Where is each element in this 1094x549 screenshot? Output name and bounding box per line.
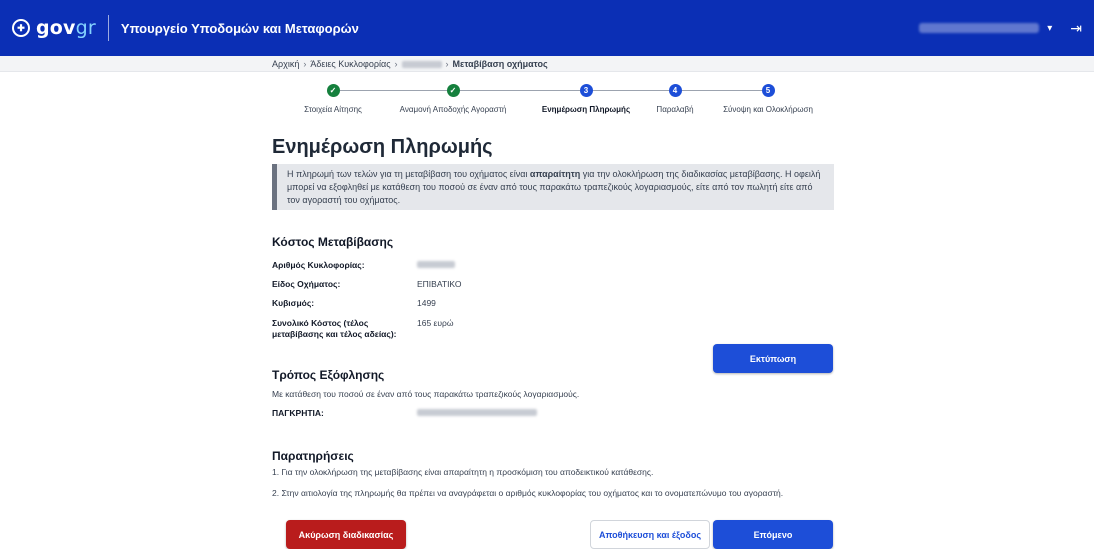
step-2: ✓ Αναμονή Αποδοχής Αγοραστή: [398, 84, 508, 114]
breadcrumb-home[interactable]: Αρχική: [272, 59, 299, 69]
save-and-exit-button[interactable]: Αποθήκευση και έξοδος: [590, 520, 710, 549]
step-label: Στοιχεία Αίτησης: [304, 105, 362, 114]
breadcrumb-separator: ›: [303, 59, 307, 69]
step-label: Αναμονή Αποδοχής Αγοραστή: [399, 105, 507, 114]
user-name-blurred[interactable]: [919, 23, 1040, 33]
notice-text-bold: απαραίτητη: [529, 169, 581, 179]
logo-text: govgr: [36, 17, 96, 39]
ministry-name: Υπουργείο Υποδομών και Μεταφορών: [120, 20, 359, 36]
notice-text-start: Η πληρωμή των τελών για τη μεταβίβαση το…: [287, 169, 530, 179]
logo-prefix: gov: [36, 17, 76, 39]
breadcrumb-blurred-item[interactable]: [401, 60, 442, 68]
notes-section-title: Παρατηρήσεις: [272, 449, 354, 463]
progress-stepper: ✓ Στοιχεία Αίτησης ✓ Αναμονή Αποδοχής Αγ…: [270, 84, 830, 120]
cost-row: Είδος Οχήματος: ΕΠΙΒΑΤΙΚΟ: [272, 279, 461, 290]
logout-icon[interactable]: ⇥: [1070, 20, 1082, 37]
check-icon: ✓: [446, 84, 460, 97]
breadcrumb-licenses[interactable]: Άδειες Κυκλοφορίας: [310, 59, 390, 69]
cost-row: Αριθμός Κυκλοφορίας:: [272, 260, 455, 271]
breadcrumb-bar: Αρχική › Άδειες Κυκλοφορίας › › Μεταβίβα…: [0, 56, 1094, 72]
breadcrumb-separator: ›: [394, 59, 398, 69]
breadcrumb-current: Μεταβίβαση οχήματος: [452, 59, 548, 69]
step-number: 3: [579, 84, 593, 97]
blurred-iban: [417, 409, 537, 416]
cost-row-value: ΕΠΙΒΑΤΙΚΟ: [417, 279, 462, 289]
top-header: ✚ govgr Υπουργείο Υποδομών και Μεταφορών…: [0, 0, 1094, 56]
cost-row-key: Κυβισμός:: [272, 298, 315, 308]
greek-emblem-icon: ✚: [12, 19, 30, 37]
bank-name: ΠΑΓΚΡΗΤΙΑ:: [272, 408, 324, 418]
next-button[interactable]: Επόμενο: [713, 520, 833, 549]
note-item: 2. Στην αιτιολογία της πληρωμής θα πρέπε…: [272, 488, 784, 498]
cost-row-value: 165 ευρώ: [417, 318, 454, 328]
govgr-logo[interactable]: ✚ govgr: [12, 15, 109, 41]
iban-value: [417, 408, 537, 419]
plate-number-value: [417, 260, 455, 271]
check-icon: ✓: [326, 84, 340, 97]
payment-notice: Η πληρωμή των τελών για τη μεταβίβαση το…: [272, 164, 834, 210]
payment-section-title: Τρόπος Εξόφλησης: [272, 368, 385, 382]
payment-text: Με κατάθεση του ποσού σε έναν από τους π…: [272, 389, 580, 399]
cost-section-title: Κόστος Μεταβίβασης: [272, 235, 394, 249]
cost-row-key: Αριθμός Κυκλοφορίας:: [272, 260, 365, 270]
cost-row-key: Είδος Οχήματος:: [272, 279, 341, 289]
chevron-down-icon[interactable]: ▾: [1047, 23, 1052, 34]
breadcrumb: Αρχική › Άδειες Κυκλοφορίας › › Μεταβίβα…: [272, 59, 548, 69]
cost-row-value: 1499: [417, 298, 436, 308]
cost-row: Κυβισμός: 1499: [272, 298, 436, 309]
note-item: 1. Για την ολοκλήρωση της μεταβίβασης εί…: [272, 467, 654, 477]
bank-row: ΠΑΓΚΡΗΤΙΑ:: [272, 408, 537, 419]
cancel-process-button[interactable]: Ακύρωση διαδικασίας: [286, 520, 406, 549]
step-1: ✓ Στοιχεία Αίτησης: [278, 84, 388, 114]
user-menu[interactable]: ▾ ⇥: [919, 20, 1082, 37]
cost-row-key: Συνολικό Κόστος (τέλος μεταβίβασης και τ…: [272, 318, 397, 339]
step-label: Σύνοψη και Ολοκλήρωση: [723, 105, 813, 114]
page-title: Ενημέρωση Πληρωμής: [272, 136, 493, 158]
step-5: 5 Σύνοψη και Ολοκλήρωση: [713, 84, 823, 114]
logo-suffix: gr: [75, 17, 96, 39]
blurred-value: [417, 261, 455, 268]
print-button[interactable]: Εκτύπωση: [713, 344, 833, 373]
breadcrumb-separator: ›: [445, 59, 449, 69]
cost-row: Συνολικό Κόστος (τέλος μεταβίβασης και τ…: [272, 318, 453, 340]
step-number: 5: [761, 84, 775, 97]
step-number: 4: [668, 84, 682, 97]
